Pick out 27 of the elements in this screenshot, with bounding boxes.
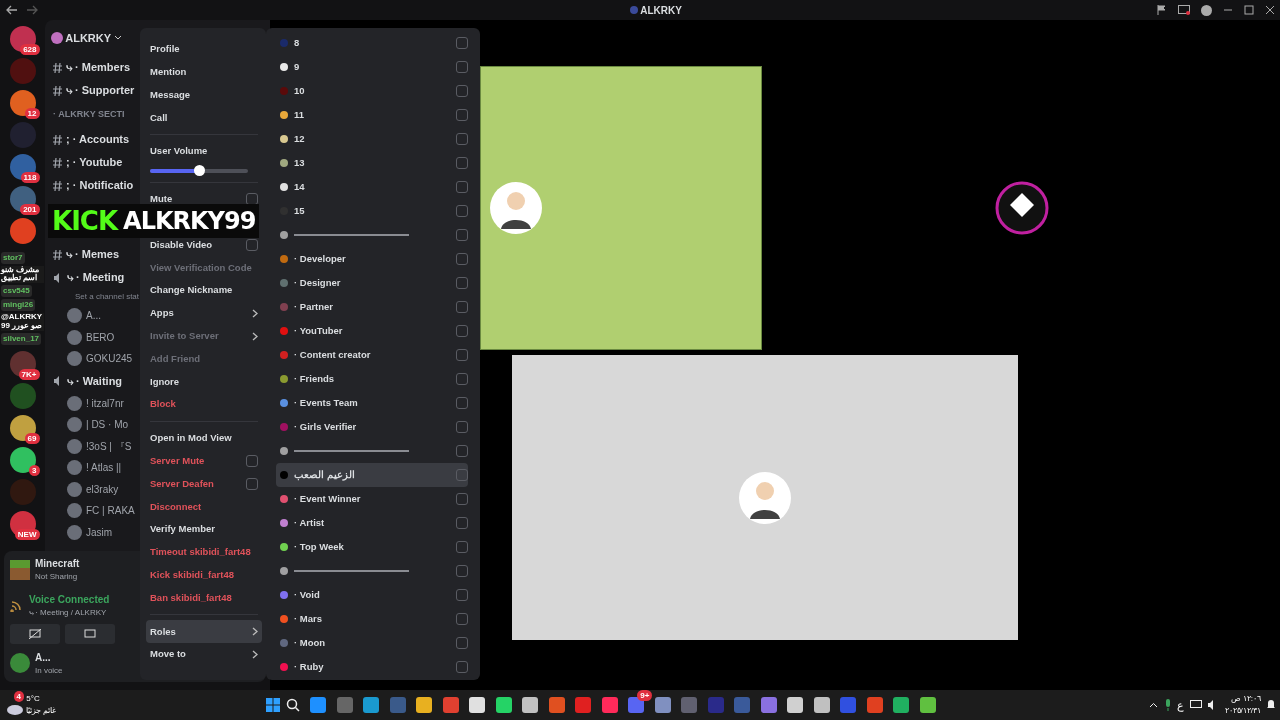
menu-label: User Volume <box>149 144 209 159</box>
unread-badge: 628 <box>20 43 40 55</box>
unread-badge: 12 <box>24 107 40 119</box>
chat-message: @ALKRKY99 صو عورر <box>1 313 44 331</box>
weather-text: غائم جزئيًا <box>26 705 57 717</box>
unread-badge: 7K+ <box>18 368 40 380</box>
activity-subtitle: Not Sharing <box>35 571 79 584</box>
chat-username: silven_17 <box>1 332 42 345</box>
user-status: In voice <box>35 664 63 677</box>
chat-username: csv545 <box>1 285 32 298</box>
chat-username: mingi26 <box>1 299 36 312</box>
activity-title: Minecraft <box>35 557 80 572</box>
voice-status: Voice Connected <box>29 592 110 607</box>
notification-badge: 4 <box>13 690 24 702</box>
temperature: 5°C <box>26 693 41 705</box>
unread-badge: 69 <box>24 432 40 444</box>
chat-message: مشرف شنو اسم تطبيق <box>1 265 44 284</box>
streamer-name: ALKRKY99 <box>123 209 256 233</box>
chat-username: stor7 <box>1 251 25 264</box>
unread-badge: 3 <box>29 464 40 476</box>
stream-brand: KICK <box>52 208 118 234</box>
unread-badge: 201 <box>20 203 40 215</box>
window-title: ALKRKY <box>640 3 682 18</box>
unread-badge: 118 <box>20 171 40 183</box>
user-name: A... <box>35 650 52 665</box>
notification-badge: 9+ <box>637 690 653 701</box>
unread-badge: NEW <box>14 528 40 540</box>
